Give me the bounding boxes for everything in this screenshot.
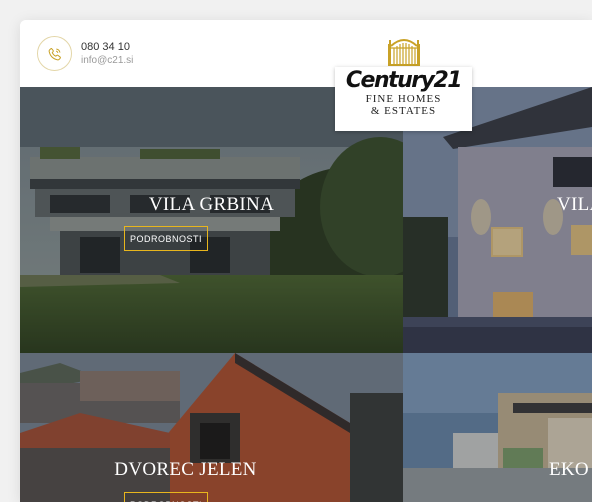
details-button[interactable]: PODROBNOSTI	[124, 492, 208, 502]
property-tile-eko[interactable]: EKO	[403, 353, 592, 502]
property-tile-dvorec-jelen[interactable]: DVOREC JELEN PODROBNOSTI	[20, 353, 403, 502]
header: 080 34 10 info@c21.si	[20, 20, 592, 87]
phone-icon-svg	[48, 47, 61, 60]
contact-info: 080 34 10 info@c21.si	[81, 41, 133, 67]
property-title[interactable]: EKO	[549, 459, 592, 481]
phone-number[interactable]: 080 34 10	[81, 41, 133, 54]
logo-brand-text: Century21	[345, 68, 463, 93]
logo-line-2: & ESTATES	[370, 105, 437, 117]
details-button[interactable]: PODROBNOSTI	[124, 226, 208, 251]
property-title[interactable]: VILA GRBINA	[20, 194, 403, 216]
property-grid: VILA GRBINA PODROBNOSTI VIL DVOREC JELEN…	[20, 87, 592, 502]
gate-logo-icon	[385, 32, 422, 67]
phone-icon[interactable]	[37, 36, 72, 71]
century21-logo[interactable]: Century21 FINE HOMES & ESTATES	[332, 32, 475, 132]
email-address[interactable]: info@c21.si	[81, 54, 133, 67]
property-title[interactable]: DVOREC JELEN	[20, 459, 377, 481]
logo-card: Century21 FINE HOMES & ESTATES	[335, 67, 472, 131]
logo-line-1: FINE HOMES	[365, 93, 442, 105]
property-title[interactable]: VILA	[557, 194, 592, 216]
page: 080 34 10 info@c21.si VILA GRBINA PODROB…	[20, 20, 592, 502]
